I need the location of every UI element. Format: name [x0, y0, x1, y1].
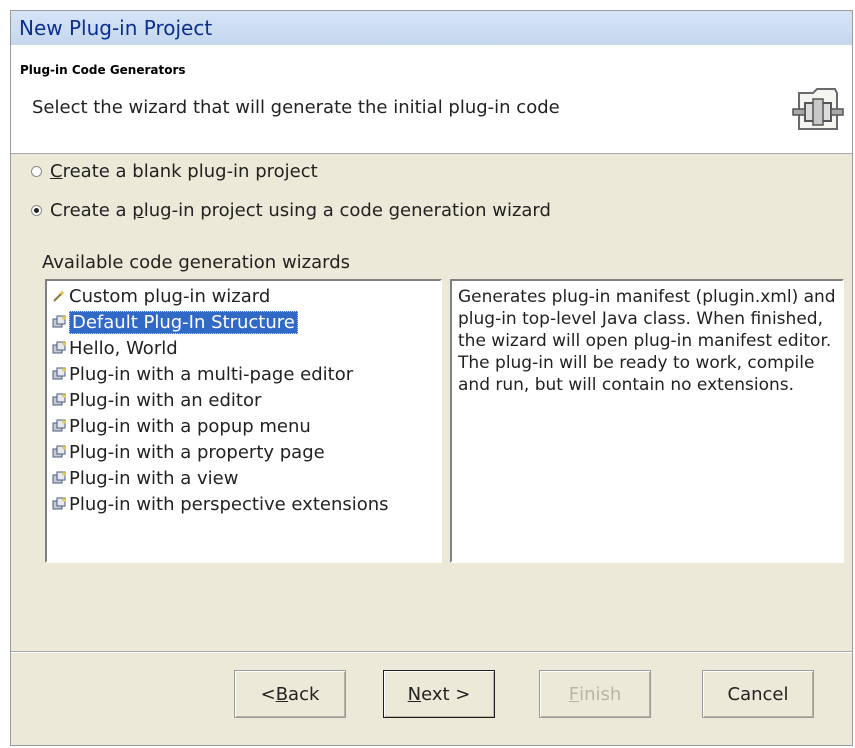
blank-project-label: Create a blank plug-in project [50, 160, 318, 182]
list-item[interactable]: Custom plug-in wizard [51, 285, 270, 307]
code-generation-option[interactable]: Create a plug-in project using a code ge… [31, 197, 551, 223]
cancel-button[interactable]: Cancel [702, 670, 814, 718]
list-item[interactable]: Plug-in with a view [51, 467, 238, 489]
list-item[interactable]: Plug-in with a popup menu [51, 415, 311, 437]
wizard-icon [52, 393, 67, 406]
wizard-description-box: Generates plug-in manifest (plugin.xml) … [450, 279, 844, 563]
wizard-icon [52, 497, 67, 510]
list-item[interactable]: Plug-in with a multi-page editor [51, 363, 353, 385]
wizard-icon [52, 419, 67, 432]
wizard-icon [52, 341, 67, 354]
wizard-icon [52, 367, 67, 380]
list-item[interactable]: Plug-in with an editor [51, 389, 261, 411]
custom-wizard-icon [53, 290, 65, 302]
back-button[interactable]: < Back [234, 670, 346, 718]
wizards-list[interactable]: Custom plug-in wizard Default Plug-In St… [45, 279, 442, 563]
plugin-folder-icon [792, 88, 844, 130]
next-button[interactable]: Next > [383, 670, 495, 718]
dialog-title-bar: New Plug-in Project [11, 11, 852, 45]
dialog-title: New Plug-in Project [19, 16, 213, 40]
list-item[interactable]: Default Plug-In Structure [51, 310, 298, 334]
list-item[interactable]: Plug-in with perspective extensions [51, 493, 389, 515]
wizard-icon [52, 471, 67, 484]
wizard-icon [52, 315, 67, 328]
code-generation-label: Create a plug-in project using a code ge… [50, 199, 551, 221]
page-description: Select the wizard that will generate the… [32, 97, 560, 118]
page-heading: Plug-in Code Generators [20, 63, 186, 77]
list-item[interactable]: Plug-in with a property page [51, 441, 325, 463]
code-generation-radio[interactable] [31, 204, 42, 216]
blank-project-option[interactable]: Create a blank plug-in project [31, 158, 318, 184]
list-item[interactable]: Hello, World [51, 337, 178, 359]
button-bar-separator [11, 651, 852, 653]
finish-button[interactable]: Finish [539, 670, 651, 718]
wizards-list-label: Available code generation wizards [42, 252, 351, 273]
blank-project-radio[interactable] [31, 165, 42, 177]
wizard-description: Generates plug-in manifest (plugin.xml) … [458, 287, 836, 395]
new-plugin-project-dialog: New Plug-in Project Plug-in Code Generat… [10, 10, 853, 746]
wizard-banner: Plug-in Code Generators Select the wizar… [11, 45, 852, 154]
wizard-icon [52, 445, 67, 458]
